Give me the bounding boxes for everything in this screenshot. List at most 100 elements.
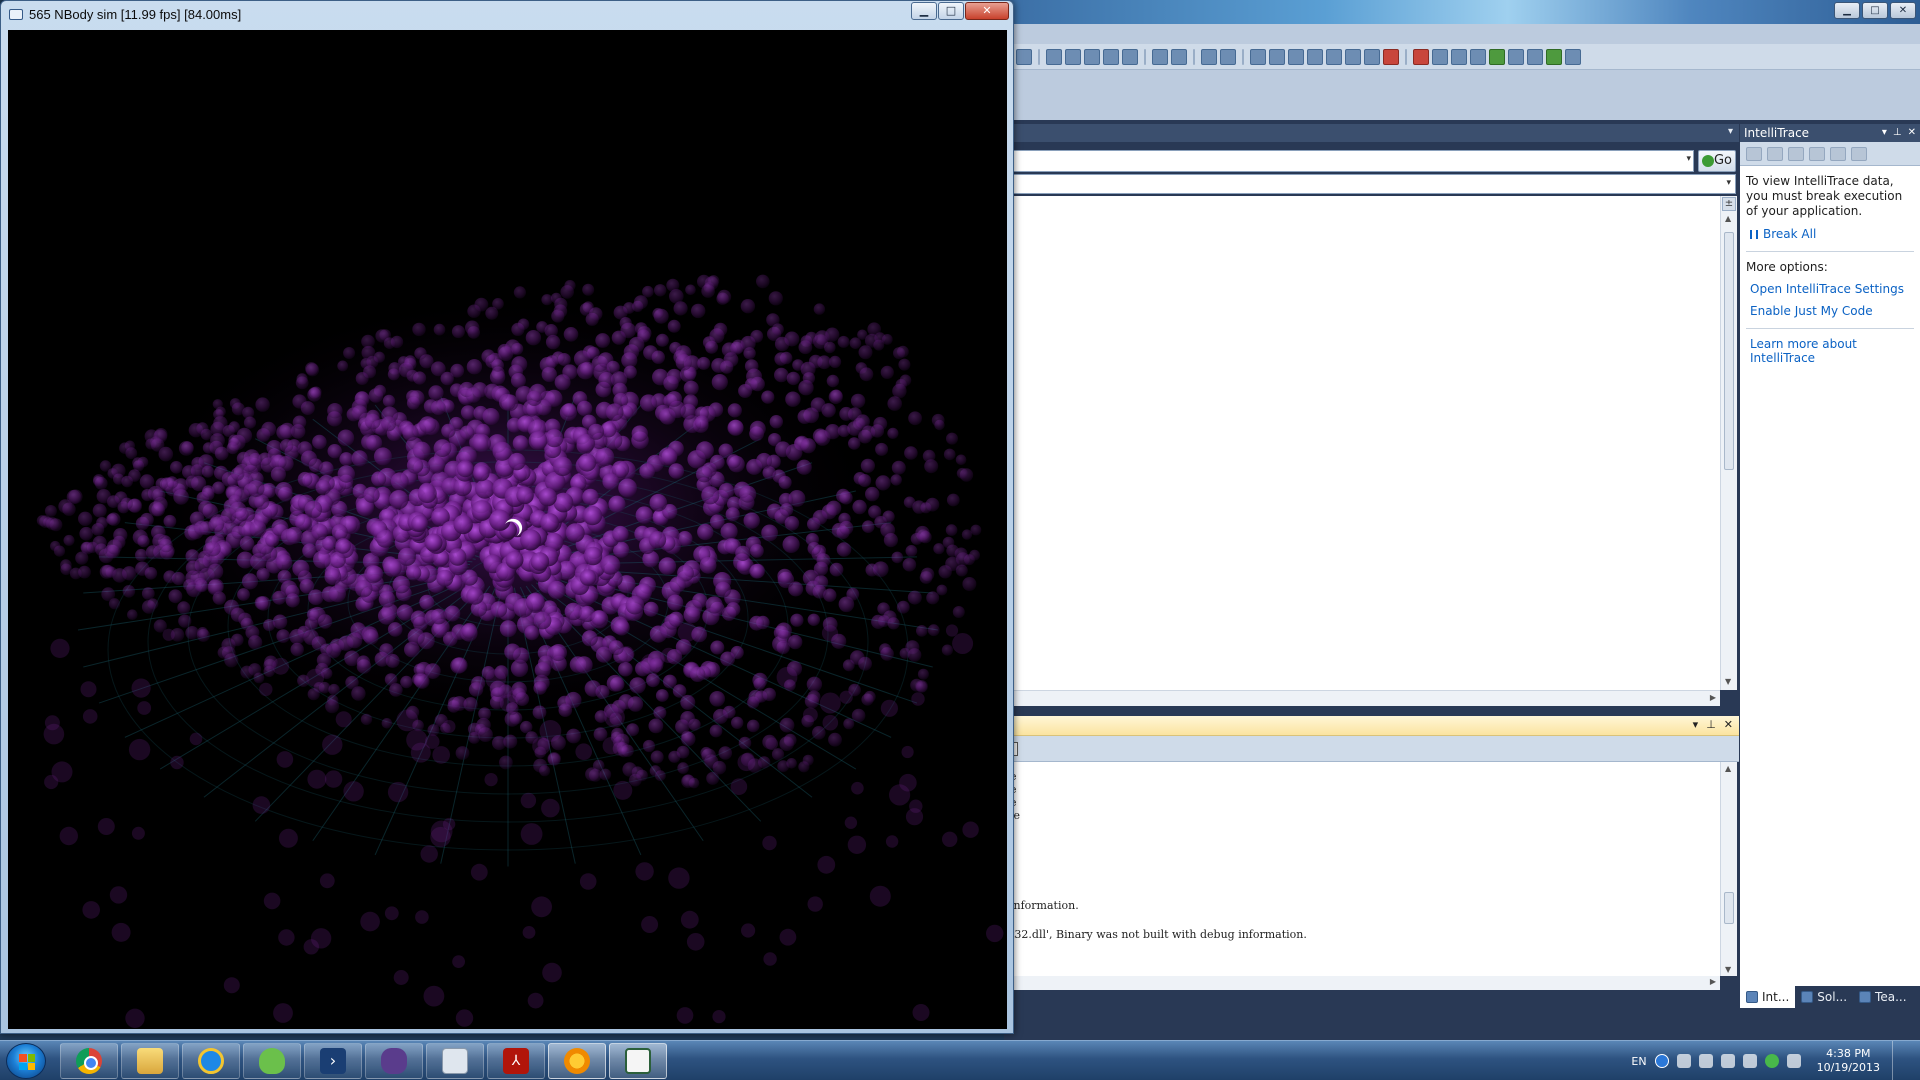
toolbar-window-icon[interactable] <box>1016 48 1032 65</box>
close-icon[interactable]: ✕ <box>1724 718 1733 731</box>
split-editor-icon[interactable]: ± <box>1722 197 1736 211</box>
toolbar-step-icon[interactable] <box>1508 48 1524 65</box>
divider <box>1746 251 1914 252</box>
tab-team-explorer[interactable]: Tea... <box>1853 986 1912 1008</box>
break-all-link[interactable]: Break All <box>1746 227 1914 241</box>
scroll-down-icon[interactable]: ▼ <box>1725 965 1731 974</box>
editor-vertical-scrollbar[interactable]: ± ▲ ▼ <box>1720 196 1737 690</box>
scroll-right-icon[interactable]: ▶ <box>1710 693 1716 702</box>
output-text-area[interactable]: e e e le information. t32.dll', Binary w… <box>1004 762 1720 976</box>
taskbar-parrot-button[interactable] <box>243 1043 301 1079</box>
chevron-down-icon[interactable]: ▾ <box>1686 154 1691 164</box>
toolbar-debug-icon[interactable] <box>1413 48 1429 65</box>
close-button[interactable]: ✕ <box>965 2 1009 20</box>
toolbar-indent-icon[interactable] <box>1152 48 1168 65</box>
taskbar-chrome-button[interactable] <box>60 1043 118 1079</box>
help-icon[interactable] <box>1654 1054 1669 1068</box>
network-icon[interactable] <box>1764 1054 1779 1068</box>
toolbar-comment-icon[interactable] <box>1201 48 1217 65</box>
scroll-right-icon[interactable]: ▶ <box>1710 977 1716 986</box>
taskbar-visual-studio-button[interactable] <box>365 1043 423 1079</box>
toolbar-align-icon[interactable] <box>1046 48 1062 65</box>
output-vertical-scrollbar[interactable]: ▲ ▼ <box>1720 762 1737 976</box>
toolbar-bookmark-icon[interactable] <box>1307 48 1323 65</box>
toolbar-align-icon[interactable] <box>1084 48 1100 65</box>
taskbar-explorer-button[interactable] <box>121 1043 179 1079</box>
show-desktop-button[interactable] <box>1892 1041 1906 1080</box>
tab-intellitrace[interactable]: Int... <box>1740 986 1796 1008</box>
toolbar-bookmark-icon[interactable] <box>1250 48 1266 65</box>
scroll-thumb[interactable] <box>1724 892 1734 924</box>
navigation-member-combo[interactable]: ▾ <box>1004 174 1736 194</box>
toolbar-image-icon[interactable] <box>1432 48 1448 65</box>
learn-more-intellitrace-link[interactable]: Learn more about IntelliTrace <box>1746 337 1914 365</box>
clock[interactable]: 4:38 PM 10/19/2013 <box>1817 1047 1880 1075</box>
toolbar-bookmark-icon[interactable] <box>1364 48 1380 65</box>
taskbar-headphones-button[interactable] <box>548 1043 606 1079</box>
toolbar-text-icon[interactable] <box>1103 48 1119 65</box>
toolbar-bookmark-icon[interactable] <box>1326 48 1342 65</box>
toolbar-clear-bookmarks-icon[interactable] <box>1383 48 1399 65</box>
particle <box>182 465 196 479</box>
taskbar-adobe-reader-button[interactable]: ⅄ <box>487 1043 545 1079</box>
filter-icon[interactable] <box>1767 146 1783 161</box>
toolbar-step-icon[interactable] <box>1546 48 1562 65</box>
volume-icon[interactable] <box>1786 1054 1801 1068</box>
vs-maximize-button[interactable]: □ <box>1862 2 1888 19</box>
signal-icon[interactable] <box>1720 1054 1735 1068</box>
toolbar-bookmark-next-icon[interactable] <box>1288 48 1304 65</box>
editor-horizontal-scrollbar[interactable]: ▶ <box>1004 690 1720 706</box>
chevron-down-icon[interactable]: ▾ <box>1728 126 1733 137</box>
start-button[interactable] <box>6 1043 46 1079</box>
simulation-canvas[interactable] <box>8 30 1007 1029</box>
scroll-down-icon[interactable]: ▼ <box>1725 677 1731 686</box>
toolbar-options-icon[interactable] <box>1565 48 1581 65</box>
connection-icon[interactable] <box>1676 1054 1691 1068</box>
nbody-titlebar[interactable]: 565 NBody sim [11.99 fps] [84.00ms] ▁ □ … <box>1 1 1013 29</box>
pin-icon[interactable]: ⊥ <box>1706 718 1716 731</box>
toolbar-tool-icon[interactable] <box>1451 48 1467 65</box>
toolbar-step-icon[interactable] <box>1489 48 1505 65</box>
copy-icon[interactable] <box>1830 146 1846 161</box>
chevron-down-icon[interactable]: ▾ <box>1693 718 1699 731</box>
maximize-button[interactable]: □ <box>938 2 964 20</box>
close-icon[interactable]: ✕ <box>1908 124 1916 142</box>
toolbar-align-icon[interactable] <box>1065 48 1081 65</box>
list-view-icon[interactable] <box>1746 146 1762 161</box>
toolbar-uncomment-icon[interactable] <box>1220 48 1236 65</box>
particle <box>303 939 319 955</box>
taskbar-powershell-button[interactable]: › <box>304 1043 362 1079</box>
toolbar-step-icon[interactable] <box>1527 48 1543 65</box>
taskbar-calculator-button[interactable] <box>426 1043 484 1079</box>
minimize-button[interactable]: ▁ <box>911 2 937 20</box>
go-button[interactable]: Go <box>1698 150 1736 172</box>
show-hidden-icons-icon[interactable] <box>1698 1054 1713 1068</box>
toolbar-bookmark-prev-icon[interactable] <box>1269 48 1285 65</box>
open-file-icon[interactable] <box>1788 146 1804 161</box>
scroll-up-icon[interactable]: ▲ <box>1725 214 1731 223</box>
toolbar-bookmark-icon[interactable] <box>1345 48 1361 65</box>
refresh-icon[interactable] <box>1809 146 1825 161</box>
vs-close-button[interactable]: ✕ <box>1890 2 1916 19</box>
taskbar-ie-button[interactable] <box>182 1043 240 1079</box>
open-intellitrace-settings-link[interactable]: Open IntelliTrace Settings <box>1746 282 1914 296</box>
language-indicator[interactable]: EN <box>1631 1055 1646 1068</box>
pin-icon[interactable]: ⊥ <box>1893 124 1902 142</box>
tab-solution-explorer[interactable]: Sol... <box>1795 986 1853 1008</box>
taskbar-nbody-button[interactable] <box>609 1043 667 1079</box>
scroll-up-icon[interactable]: ▲ <box>1725 764 1731 773</box>
vs-minimize-button[interactable]: ▁ <box>1834 2 1860 19</box>
chevron-down-icon[interactable]: ▾ <box>1726 178 1731 188</box>
save-icon[interactable] <box>1851 146 1867 161</box>
code-editor[interactable] <box>1004 196 1720 690</box>
toolbar-outdent-icon[interactable] <box>1171 48 1187 65</box>
toolbar-tool-icon[interactable] <box>1470 48 1486 65</box>
nbody-sim-window[interactable]: 565 NBody sim [11.99 fps] [84.00ms] ▁ □ … <box>0 0 1014 1034</box>
scroll-thumb[interactable] <box>1724 232 1734 470</box>
output-horizontal-scrollbar[interactable]: ▶ <box>1004 976 1720 990</box>
toolbar-format-icon[interactable] <box>1122 48 1138 65</box>
chevron-down-icon[interactable]: ▾ <box>1882 124 1887 142</box>
enable-just-my-code-link[interactable]: Enable Just My Code <box>1746 304 1914 318</box>
flag-icon[interactable] <box>1742 1054 1757 1068</box>
navigation-type-combo[interactable]: ▾ <box>1004 150 1694 172</box>
